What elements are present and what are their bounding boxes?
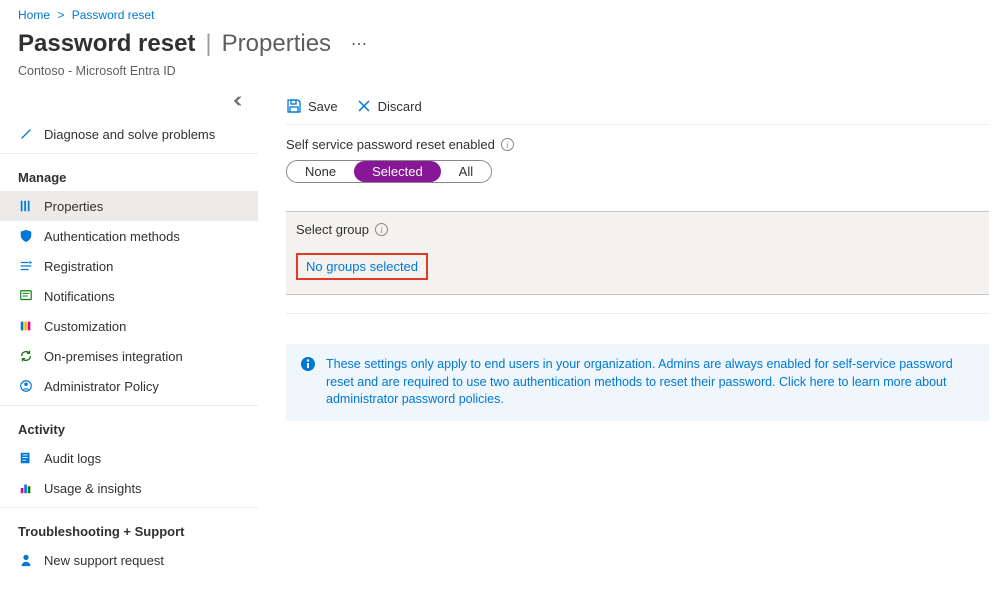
sidebar-item-audit-logs[interactable]: Audit logs bbox=[0, 443, 258, 473]
divider bbox=[286, 313, 989, 314]
sidebar-item-label: Administrator Policy bbox=[44, 379, 159, 394]
toolbar: Save Discard bbox=[286, 90, 989, 124]
more-menu-button[interactable]: ⋯ bbox=[351, 34, 367, 54]
sidebar-section-troubleshoot: Troubleshooting + Support bbox=[0, 514, 258, 545]
collapse-sidebar-button[interactable] bbox=[0, 90, 258, 119]
sspr-option-all[interactable]: All bbox=[441, 161, 491, 182]
customization-icon bbox=[18, 318, 34, 334]
sidebar-item-properties[interactable]: Properties bbox=[0, 191, 258, 221]
support-icon bbox=[18, 552, 34, 568]
main-content: Save Discard Self service password reset… bbox=[258, 90, 997, 595]
breadcrumb-home[interactable]: Home bbox=[18, 8, 50, 22]
select-group-label-row: Select group i bbox=[296, 222, 979, 237]
sidebar-section-manage: Manage bbox=[0, 160, 258, 191]
sidebar-item-notifications[interactable]: Notifications bbox=[0, 281, 258, 311]
sspr-option-none[interactable]: None bbox=[287, 161, 354, 182]
sidebar-item-label: Properties bbox=[44, 199, 103, 214]
page-title: Password reset bbox=[18, 30, 195, 58]
sspr-toggle-group: None Selected All bbox=[286, 160, 492, 183]
sidebar-item-diagnose[interactable]: Diagnose and solve problems bbox=[0, 119, 258, 149]
close-icon bbox=[356, 98, 372, 114]
sidebar-item-label: Audit logs bbox=[44, 451, 101, 466]
select-group-panel: Select group i No groups selected bbox=[286, 211, 989, 295]
info-banner[interactable]: These settings only apply to end users i… bbox=[286, 344, 989, 421]
divider bbox=[286, 124, 989, 125]
registration-icon bbox=[18, 258, 34, 274]
discard-button[interactable]: Discard bbox=[356, 98, 422, 114]
sidebar-item-usage[interactable]: Usage & insights bbox=[0, 473, 258, 503]
discard-label: Discard bbox=[378, 99, 422, 114]
sidebar-item-on-premises[interactable]: On-premises integration bbox=[0, 341, 258, 371]
logs-icon bbox=[18, 450, 34, 466]
info-banner-text: These settings only apply to end users i… bbox=[326, 356, 975, 409]
page-header: Password reset | Properties ⋯ bbox=[0, 26, 997, 64]
sidebar-item-registration[interactable]: Registration bbox=[0, 251, 258, 281]
notifications-icon bbox=[18, 288, 34, 304]
divider bbox=[0, 153, 258, 154]
divider bbox=[0, 507, 258, 508]
sspr-label-row: Self service password reset enabled i bbox=[286, 137, 989, 152]
breadcrumb: Home > Password reset bbox=[0, 0, 997, 26]
tenant-label: Contoso - Microsoft Entra ID bbox=[0, 64, 997, 90]
sidebar-item-admin-policy[interactable]: Administrator Policy bbox=[0, 371, 258, 401]
chart-icon bbox=[18, 480, 34, 496]
page-subtitle: Properties bbox=[222, 30, 331, 58]
sspr-label: Self service password reset enabled bbox=[286, 137, 495, 152]
select-group-label: Select group bbox=[296, 222, 369, 237]
breadcrumb-current[interactable]: Password reset bbox=[72, 8, 155, 22]
info-icon bbox=[300, 356, 316, 372]
admin-icon bbox=[18, 378, 34, 394]
sidebar-item-auth-methods[interactable]: Authentication methods bbox=[0, 221, 258, 251]
sspr-option-selected[interactable]: Selected bbox=[354, 161, 441, 182]
sidebar-item-label: Authentication methods bbox=[44, 229, 180, 244]
sidebar-section-activity: Activity bbox=[0, 412, 258, 443]
no-groups-selected-link[interactable]: No groups selected bbox=[296, 253, 428, 280]
sidebar-item-label: Diagnose and solve problems bbox=[44, 127, 215, 142]
shield-icon bbox=[18, 228, 34, 244]
chevron-right-icon: > bbox=[57, 8, 64, 22]
sidebar-item-support[interactable]: New support request bbox=[0, 545, 258, 575]
info-icon[interactable]: i bbox=[375, 223, 388, 236]
divider bbox=[0, 405, 258, 406]
sidebar-item-label: New support request bbox=[44, 553, 164, 568]
title-divider: | bbox=[205, 30, 211, 58]
properties-icon bbox=[18, 198, 34, 214]
diagnose-icon bbox=[18, 126, 34, 142]
sidebar-item-label: On-premises integration bbox=[44, 349, 183, 364]
sidebar-item-customization[interactable]: Customization bbox=[0, 311, 258, 341]
info-icon[interactable]: i bbox=[501, 138, 514, 151]
sidebar-item-label: Usage & insights bbox=[44, 481, 142, 496]
save-button[interactable]: Save bbox=[286, 98, 338, 114]
save-label: Save bbox=[308, 99, 338, 114]
save-icon bbox=[286, 98, 302, 114]
sync-icon bbox=[18, 348, 34, 364]
sidebar-item-label: Customization bbox=[44, 319, 126, 334]
sidebar: Diagnose and solve problems Manage Prope… bbox=[0, 90, 258, 595]
sidebar-item-label: Notifications bbox=[44, 289, 115, 304]
sidebar-item-label: Registration bbox=[44, 259, 113, 274]
